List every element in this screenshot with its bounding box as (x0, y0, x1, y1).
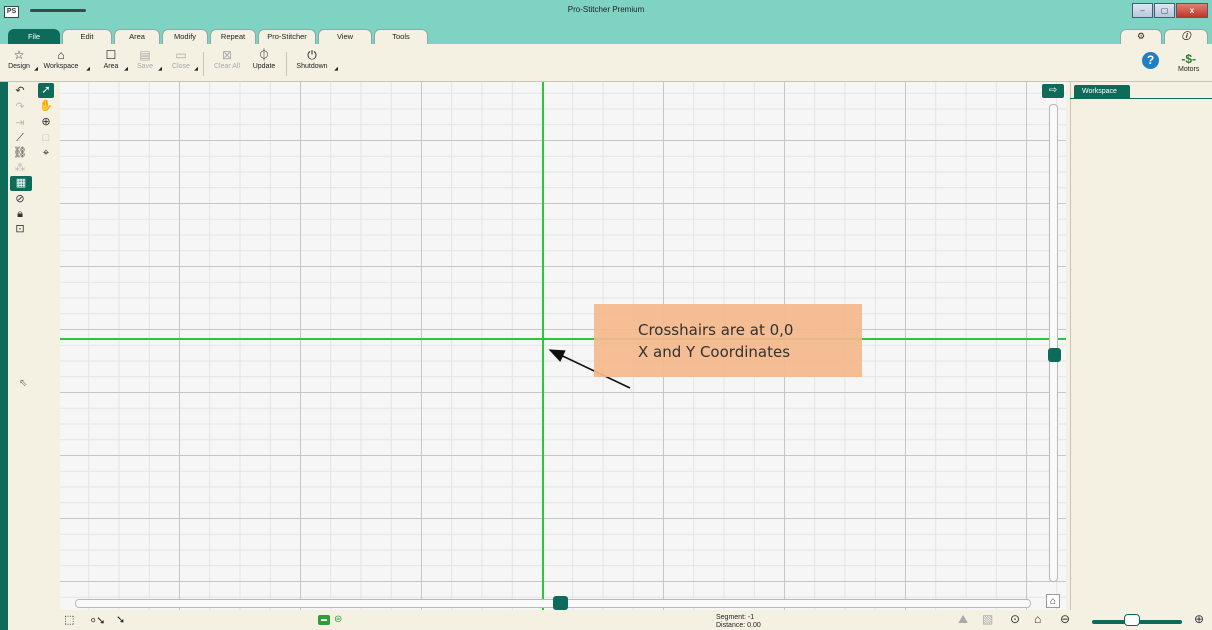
annotation-callout: Crosshairs are at 0,0 X and Y Coordinate… (594, 304, 862, 377)
node-select-icon[interactable]: ⸰➘ (90, 613, 106, 628)
home-icon[interactable]: ⌂ (1046, 594, 1060, 608)
image-frame-icon[interactable]: ▧ (982, 612, 993, 626)
zoom-in-bottom-icon[interactable]: ⊕ (1194, 612, 1204, 626)
horizontal-scroll-thumb[interactable] (553, 596, 568, 610)
image-icon[interactable]: ⛰ (958, 612, 968, 627)
toggle-panel-arrow-icon[interactable]: ⇨ (1042, 84, 1064, 98)
panel-divider (1070, 98, 1212, 99)
node-deselect-icon[interactable]: ➘ (116, 613, 125, 626)
distance-readout: Distance: 0.00 (716, 622, 761, 629)
globe-icon[interactable]: ⊜ (334, 614, 342, 625)
callout-line-1: Crosshairs are at 0,0 (638, 320, 794, 339)
home-view-icon[interactable]: ⌂ (1034, 612, 1041, 626)
vertical-scroll-thumb[interactable] (1048, 348, 1061, 362)
select-box-icon[interactable]: ⬚ (64, 613, 74, 626)
right-panel (1070, 82, 1212, 630)
segment-info: Segment: -1 Distance: 0.00 (716, 614, 761, 630)
stitch-mode-icon[interactable]: ▬ (318, 615, 330, 625)
zoom-fit-icon[interactable]: ⊙ (1010, 612, 1020, 626)
tab-workspace-panel[interactable]: Workspace (1074, 85, 1130, 98)
vertical-scrollbar[interactable] (1049, 104, 1058, 582)
zoom-slider-thumb[interactable] (1124, 614, 1140, 626)
zoom-out-icon[interactable]: ⊖ (1060, 612, 1070, 626)
segment-readout: Segment: -1 (716, 614, 755, 621)
callout-line-2: X and Y Coordinates (638, 342, 791, 361)
